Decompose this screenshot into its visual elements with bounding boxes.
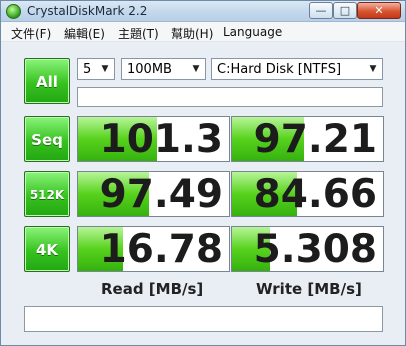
content-area: All 5 ▼ 100MB ▼ C:Hard Disk [NTFS] ▼ Seq… (1, 43, 405, 345)
menu-language[interactable]: Language (223, 25, 282, 39)
close-button[interactable]: ✕ (357, 2, 401, 19)
title-bar: CrystalDiskMark 2.2 — □ ✕ (1, 1, 405, 22)
512k-write-value: 84.66 (253, 172, 377, 217)
512k-read-value: 97.49 (99, 172, 223, 217)
size-select[interactable]: 100MB ▼ (121, 58, 206, 80)
drive-select[interactable]: C:Hard Disk [NTFS] ▼ (211, 58, 383, 80)
menu-file[interactable]: 文件(F) (11, 25, 51, 42)
512k-button[interactable]: 512K (24, 171, 70, 217)
write-column-header: Write [MB/s] (256, 280, 362, 298)
size-value: 100MB (127, 62, 172, 77)
4k-write-cell: 5.308 (231, 226, 384, 272)
seq-write-value: 97.21 (253, 117, 377, 162)
seq-button[interactable]: Seq (24, 116, 70, 162)
runs-value: 5 (83, 62, 92, 77)
menu-theme[interactable]: 主題(T) (118, 25, 159, 42)
4k-read-cell: 16.78 (77, 226, 230, 272)
chevron-down-icon: ▼ (369, 64, 377, 74)
menu-help[interactable]: 幫助(H) (171, 25, 213, 42)
status-bar-top (77, 87, 383, 107)
4k-read-value: 16.78 (99, 227, 223, 272)
status-bar-bottom (24, 306, 383, 332)
menu-edit[interactable]: 編輯(E) (64, 25, 105, 42)
seq-read-value: 101.3 (99, 117, 223, 162)
seq-write-cell: 97.21 (231, 116, 384, 162)
512k-write-cell: 84.66 (231, 171, 384, 217)
app-icon (6, 4, 21, 19)
read-column-header: Read [MB/s] (101, 280, 204, 298)
seq-read-cell: 101.3 (77, 116, 230, 162)
window-title: CrystalDiskMark 2.2 (27, 4, 148, 18)
drive-value: C:Hard Disk [NTFS] (217, 62, 342, 77)
minimize-button[interactable]: — (309, 2, 333, 19)
chevron-down-icon: ▼ (192, 64, 200, 74)
all-button[interactable]: All (24, 58, 70, 104)
menu-bar: 文件(F) 編輯(E) 主題(T) 幫助(H) Language (1, 22, 405, 42)
chevron-down-icon: ▼ (101, 64, 109, 74)
512k-read-cell: 97.49 (77, 171, 230, 217)
4k-write-value: 5.308 (253, 227, 377, 272)
runs-select[interactable]: 5 ▼ (77, 58, 115, 80)
app-window: CrystalDiskMark 2.2 — □ ✕ 文件(F) 編輯(E) 主題… (0, 0, 406, 346)
maximize-button[interactable]: □ (333, 2, 357, 19)
4k-button[interactable]: 4K (24, 226, 70, 272)
